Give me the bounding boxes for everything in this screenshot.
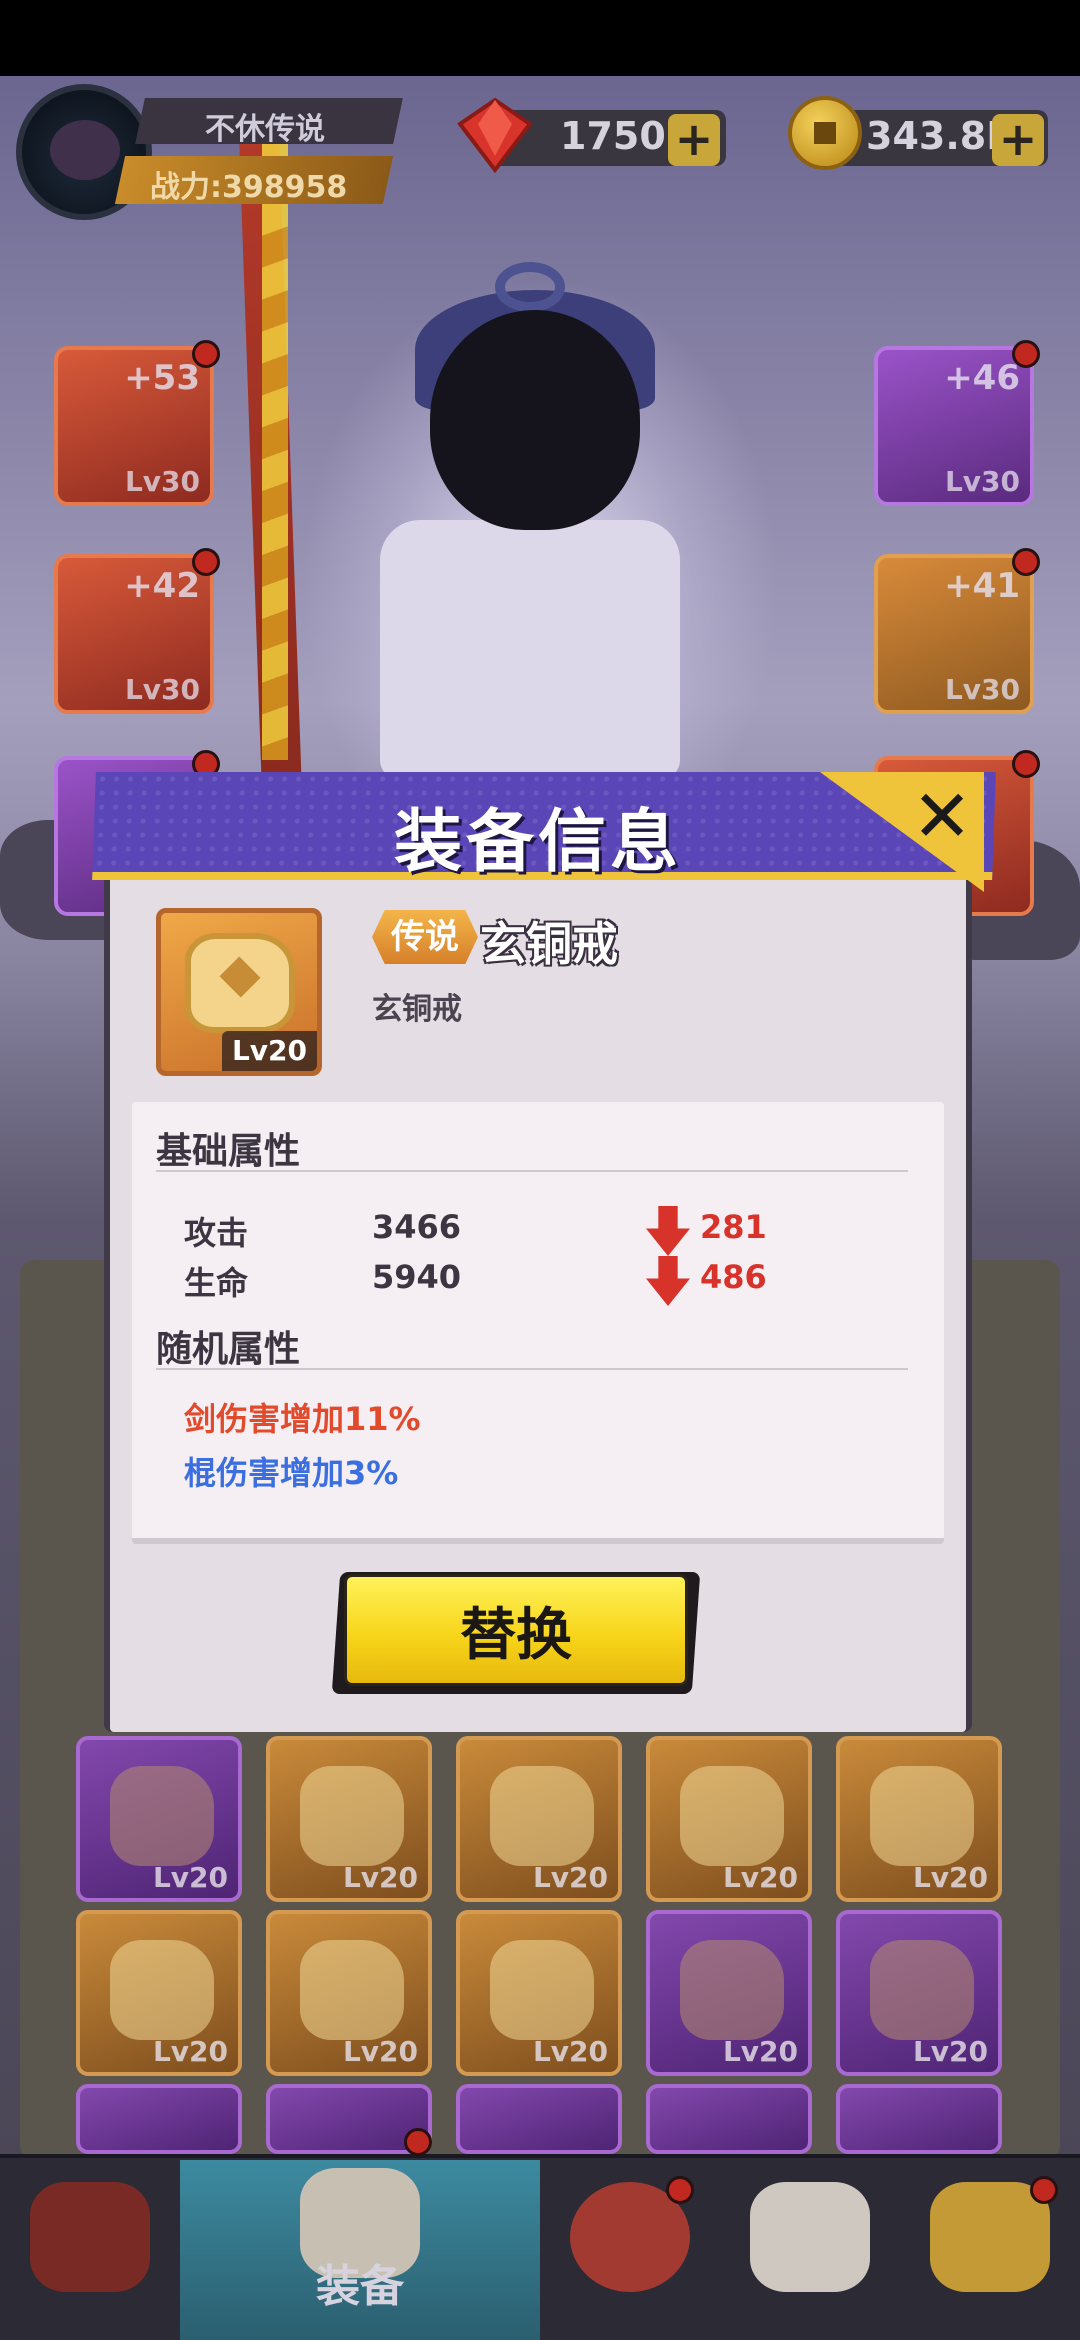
inventory-item[interactable] [456,2084,622,2154]
enhance-level: +41 [944,566,1020,606]
ring-icon [870,1766,974,1866]
inventory-item[interactable] [646,2084,812,2154]
stat-attack-diff: 281 [700,1208,767,1246]
inventory-item[interactable]: Lv20 [836,1910,1002,2076]
notification-dot [1012,340,1040,368]
add-gold-button[interactable]: + [992,114,1044,166]
notification-dot [666,2176,694,2204]
item-level: Lv20 [532,1861,608,1894]
stat-attack-label: 攻击 [184,1214,249,1252]
notification-dot [1012,750,1040,778]
gear-slot-weapon[interactable]: +53 Lv30 [54,340,220,506]
stat-hp-diff: 486 [700,1258,767,1296]
slot-level: Lv30 [944,465,1020,498]
gem-amount: 1750 [560,114,666,158]
scroll-tab-icon [750,2182,870,2292]
hero-body [380,520,680,780]
inventory-item[interactable]: Lv20 [76,1736,242,1902]
gear-slot-ring[interactable]: +46 Lv30 [874,340,1040,506]
item-level: Lv20 [221,1031,317,1071]
gloves-icon [490,1766,594,1866]
inventory-item[interactable]: Lv20 [76,1910,242,2076]
random-attr-line: 剑伤害增加11% [184,1400,421,1438]
divider [156,1368,908,1370]
combat-power: 战力:398958 [150,170,348,205]
notification-dot [1030,2176,1058,2204]
notification-dot [404,2128,432,2156]
item-level: Lv20 [152,1861,228,1894]
item-name: 玄铜戒 [480,917,618,971]
gear-slot-armor[interactable]: +41 Lv30 [874,548,1040,714]
random-attr-line: 棍伤害增加3% [184,1454,399,1492]
random-attributes-title: 随机属性 [156,1329,301,1370]
add-gems-button[interactable]: + [668,114,720,166]
close-icon[interactable]: ✕ [904,780,980,856]
item-level: Lv20 [722,2035,798,2068]
item-level: Lv20 [722,1861,798,1894]
inventory-item[interactable]: Lv20 [266,1910,432,2076]
ruby-gem-icon [457,97,533,174]
gold-coin-icon [788,96,862,170]
divider [156,1170,908,1172]
decrease-arrow-icon [646,1256,690,1306]
notification-dot [192,548,220,576]
gloves-icon [300,1766,404,1866]
ring-icon [110,1940,214,2040]
item-level: Lv20 [152,2035,228,2068]
lightning-effect [262,140,288,760]
inventory-item[interactable]: Lv20 [456,1736,622,1902]
equipment-info-modal: 装备信息 ✕ Lv20 传说 玄铜戒 玄铜戒 基础属性 攻击 3466 281 … [92,772,996,1732]
item-level: Lv20 [912,2035,988,2068]
inventory-item[interactable]: Lv20 [646,1736,812,1902]
staff-icon [680,1940,784,2040]
inventory-item[interactable]: Lv20 [456,1910,622,2076]
inventory-item[interactable] [836,2084,1002,2154]
enhance-level: +53 [124,358,200,398]
inventory-item[interactable] [76,2084,242,2154]
enhance-level: +46 [944,358,1020,398]
item-level: Lv20 [342,2035,418,2068]
armor-icon [870,1940,974,2040]
ring-icon [300,1940,404,2040]
base-attributes-title: 基础属性 [156,1131,301,1172]
slot-level: Lv30 [944,673,1020,706]
inventory-item[interactable]: Lv20 [646,1910,812,2076]
bronze-ring-icon [185,933,295,1033]
item-level: Lv20 [532,2035,608,2068]
item-level: Lv20 [342,1861,418,1894]
item-subtitle: 玄铜戒 [372,992,462,1027]
gear-slot-boots[interactable]: +42 Lv30 [54,548,220,714]
enhance-level: +42 [124,566,200,606]
slot-level: Lv30 [124,673,200,706]
rarity-badge: 传说 [372,910,478,964]
nav-tab-scroll[interactable] [720,2158,900,2340]
stat-hp-label: 生命 [184,1264,249,1302]
boots-icon [110,1766,214,1866]
decrease-arrow-icon [646,1206,690,1256]
item-level: Lv20 [912,1861,988,1894]
item-icon-frame: Lv20 [156,908,322,1076]
inventory-item[interactable]: Lv20 [836,1736,1002,1902]
modal-title: 装备信息 [393,803,682,882]
hero-tab-icon [30,2182,150,2292]
ring-icon [680,1766,784,1866]
replace-button-label: 替换 [460,1603,572,1668]
nav-label-equipment: 装备 [316,2261,404,2312]
notification-dot [192,340,220,368]
hero-character[interactable] [430,310,640,530]
slot-level: Lv30 [124,465,200,498]
stat-attack-value: 3466 [372,1208,462,1246]
notification-dot [1012,548,1040,576]
ring-icon [490,1940,594,2040]
status-bar [0,0,1080,76]
stat-hp-value: 5940 [372,1258,462,1296]
hero-topknot [495,262,565,312]
attribute-panel: 基础属性 攻击 3466 281 生命 5940 486 随机属性 剑伤害增加1… [132,1102,944,1544]
player-name: 不休传说 [205,112,325,147]
nav-tab-hero[interactable] [0,2158,180,2340]
inventory-item[interactable]: Lv20 [266,1736,432,1902]
